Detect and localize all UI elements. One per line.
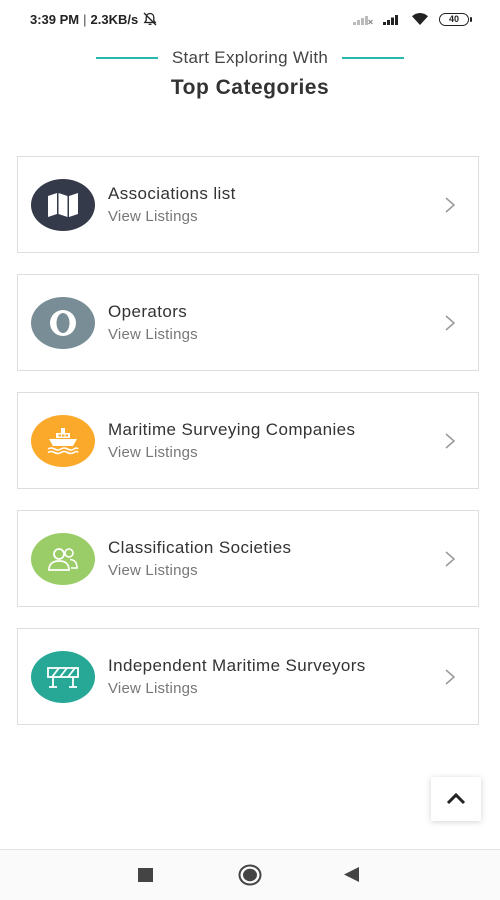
signal-icon bbox=[383, 15, 398, 25]
accent-line-right bbox=[342, 57, 405, 59]
section-subtitle: Start Exploring With bbox=[171, 48, 329, 67]
category-icon-badge bbox=[31, 414, 95, 467]
accent-line-left bbox=[95, 57, 158, 59]
category-icon-badge bbox=[31, 296, 95, 349]
category-card-associations-list[interactable]: Associations list View Listings bbox=[17, 156, 479, 253]
recents-button[interactable] bbox=[138, 868, 153, 882]
users-icon bbox=[48, 547, 78, 571]
chevron-right-icon bbox=[445, 196, 456, 213]
category-name: Operators bbox=[108, 302, 188, 321]
chevron-right-icon bbox=[445, 668, 456, 685]
status-bar: 3:39 PM | 2.3KB/s 40 bbox=[0, 0, 500, 38]
barrier-icon bbox=[47, 666, 79, 688]
chevron-right-icon bbox=[445, 432, 456, 449]
status-separator: | bbox=[83, 11, 87, 27]
category-text: Maritime Surveying Companies View Listin… bbox=[108, 420, 355, 461]
category-text: Classification Societies View Listings bbox=[108, 538, 291, 579]
network-speed: 2.3KB/s bbox=[90, 11, 139, 27]
category-name: Maritime Surveying Companies bbox=[108, 420, 356, 439]
status-right: 40 bbox=[353, 12, 472, 26]
chevron-right-icon bbox=[445, 550, 456, 567]
home-circle-icon bbox=[238, 864, 262, 886]
category-card-classification-societies[interactable]: Classification Societies View Listings bbox=[17, 510, 479, 607]
category-link-view-listings[interactable]: View Listings bbox=[108, 444, 355, 461]
system-navigation-bar bbox=[0, 849, 500, 900]
section-heading: Start Exploring With Top Categories bbox=[0, 48, 500, 100]
chevron-up-icon bbox=[446, 793, 466, 805]
category-text: Associations list View Listings bbox=[108, 184, 236, 225]
category-list: Associations list View Listings Operator… bbox=[17, 156, 479, 746]
category-text: Operators View Listings bbox=[108, 302, 198, 343]
category-link-view-listings[interactable]: View Listings bbox=[108, 562, 291, 579]
section-title: Top Categories bbox=[170, 76, 330, 99]
category-name: Classification Societies bbox=[108, 538, 292, 557]
scroll-to-top-button[interactable] bbox=[431, 777, 481, 821]
category-link-view-listings[interactable]: View Listings bbox=[108, 208, 236, 225]
category-card-maritime-surveying-companies[interactable]: Maritime Surveying Companies View Listin… bbox=[17, 392, 479, 489]
chevron-right-icon bbox=[445, 314, 456, 331]
category-link-view-listings[interactable]: View Listings bbox=[108, 326, 198, 343]
category-card-operators[interactable]: Operators View Listings bbox=[17, 274, 479, 371]
status-left: 3:39 PM | 2.3KB/s bbox=[30, 12, 158, 27]
category-link-view-listings[interactable]: View Listings bbox=[108, 680, 366, 697]
back-triangle-icon bbox=[344, 867, 359, 882]
square-icon bbox=[138, 868, 153, 882]
battery-icon: 40 bbox=[439, 12, 472, 26]
battery-level: 40 bbox=[439, 12, 469, 26]
status-time: 3:39 PM bbox=[30, 11, 80, 27]
back-button[interactable] bbox=[344, 867, 359, 882]
category-icon-badge bbox=[31, 650, 95, 703]
map-icon bbox=[48, 192, 78, 217]
opera-ring-icon bbox=[50, 309, 76, 336]
signal-no-service-icon bbox=[353, 16, 373, 25]
ship-icon bbox=[47, 427, 79, 454]
subtitle-row: Start Exploring With bbox=[0, 48, 500, 68]
wifi-icon bbox=[412, 13, 428, 25]
category-icon-badge bbox=[31, 178, 95, 231]
category-name: Associations list bbox=[108, 184, 236, 203]
notifications-off-icon bbox=[143, 12, 157, 26]
category-icon-badge bbox=[31, 532, 95, 585]
category-name: Independent Maritime Surveyors bbox=[108, 656, 366, 675]
home-button[interactable] bbox=[238, 864, 262, 886]
category-card-independent-maritime-surveyors[interactable]: Independent Maritime Surveyors View List… bbox=[17, 628, 479, 725]
category-text: Independent Maritime Surveyors View List… bbox=[108, 656, 366, 697]
